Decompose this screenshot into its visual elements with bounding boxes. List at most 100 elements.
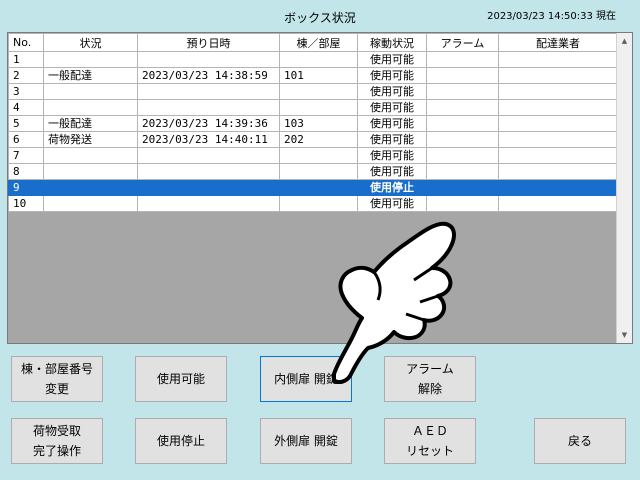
table-row[interactable]: 10 使用可能 [8, 195, 618, 212]
cell-courier[interactable] [498, 99, 618, 116]
cell-alarm[interactable] [426, 51, 499, 68]
cell-deposit-time[interactable] [137, 83, 280, 100]
cell-no[interactable]: 7 [8, 147, 44, 164]
cell-courier[interactable] [498, 83, 618, 100]
cell-situation[interactable]: 荷物発送 [43, 131, 138, 148]
table-row[interactable]: 4 使用可能 [8, 99, 618, 116]
enable-use-button[interactable]: 使用可能 [135, 356, 227, 402]
table-row[interactable]: 6 荷物発送 2023/03/23 14:40:11 202 使用可能 [8, 131, 618, 148]
cell-courier[interactable] [498, 179, 618, 196]
cell-room[interactable]: 101 [279, 67, 358, 84]
cell-room[interactable]: 103 [279, 115, 358, 132]
cell-operation-status[interactable]: 使用可能 [357, 131, 427, 148]
cell-courier[interactable] [498, 163, 618, 180]
column-header-deposit-time[interactable]: 預り日時 [137, 33, 280, 52]
cell-situation[interactable]: 一般配達 [43, 115, 138, 132]
cell-deposit-time[interactable]: 2023/03/23 14:38:59 [137, 67, 280, 84]
cell-deposit-time[interactable] [137, 163, 280, 180]
cell-situation[interactable]: 一般配達 [43, 67, 138, 84]
cell-courier[interactable] [498, 115, 618, 132]
room-number-change-button[interactable]: 棟・部屋番号 変更 [11, 356, 103, 402]
table-row[interactable]: 3 使用可能 [8, 83, 618, 100]
box-status-grid: No. 状況 預り日時 棟／部屋 稼動状況 アラーム 配達業者 1 使用可能 2 一般… [7, 32, 633, 344]
cell-deposit-time[interactable] [137, 51, 280, 68]
cell-no[interactable]: 9 [8, 179, 44, 196]
cell-deposit-time[interactable]: 2023/03/23 14:40:11 [137, 131, 280, 148]
cell-operation-status[interactable]: 使用可能 [357, 195, 427, 212]
cell-courier[interactable] [498, 51, 618, 68]
cell-no[interactable]: 4 [8, 99, 44, 116]
cell-situation[interactable] [43, 99, 138, 116]
cell-operation-status[interactable]: 使用停止 [357, 179, 427, 196]
column-header-operation-status[interactable]: 稼動状況 [357, 33, 427, 52]
cell-situation[interactable] [43, 147, 138, 164]
cell-room[interactable] [279, 179, 358, 196]
cell-situation[interactable] [43, 51, 138, 68]
cell-courier[interactable] [498, 195, 618, 212]
column-header-alarm[interactable]: アラーム [426, 33, 499, 52]
receipt-complete-button[interactable]: 荷物受取 完了操作 [11, 418, 103, 464]
cell-alarm[interactable] [426, 147, 499, 164]
column-header-situation[interactable]: 状況 [43, 33, 138, 52]
cell-room[interactable] [279, 147, 358, 164]
cell-alarm[interactable] [426, 99, 499, 116]
box-status-table: No. 状況 預り日時 棟／部屋 稼動状況 アラーム 配達業者 1 使用可能 2 一般… [8, 33, 618, 212]
cell-alarm[interactable] [426, 131, 499, 148]
cell-situation[interactable] [43, 179, 138, 196]
cell-situation[interactable] [43, 163, 138, 180]
cell-alarm[interactable] [426, 115, 499, 132]
cell-operation-status[interactable]: 使用可能 [357, 115, 427, 132]
table-row[interactable]: 8 使用可能 [8, 163, 618, 180]
cell-alarm[interactable] [426, 195, 499, 212]
cell-room[interactable] [279, 83, 358, 100]
cell-courier[interactable] [498, 131, 618, 148]
cell-operation-status[interactable]: 使用可能 [357, 83, 427, 100]
cell-deposit-time[interactable] [137, 99, 280, 116]
cell-operation-status[interactable]: 使用可能 [357, 163, 427, 180]
scroll-up-arrow-icon[interactable]: ▲ [617, 34, 632, 48]
cell-no[interactable]: 8 [8, 163, 44, 180]
cell-deposit-time[interactable] [137, 195, 280, 212]
cell-situation[interactable] [43, 195, 138, 212]
cell-operation-status[interactable]: 使用可能 [357, 67, 427, 84]
cell-deposit-time[interactable] [137, 179, 280, 196]
cell-deposit-time[interactable] [137, 147, 280, 164]
vertical-scrollbar[interactable]: ▲ ▼ [616, 33, 632, 343]
cell-alarm[interactable] [426, 83, 499, 100]
cell-courier[interactable] [498, 67, 618, 84]
disable-use-button[interactable]: 使用停止 [135, 418, 227, 464]
cell-no[interactable]: 2 [8, 67, 44, 84]
cell-room[interactable] [279, 51, 358, 68]
cell-operation-status[interactable]: 使用可能 [357, 147, 427, 164]
outer-door-open-button[interactable]: 外側扉 開錠 [260, 418, 352, 464]
cell-room[interactable] [279, 99, 358, 116]
cell-deposit-time[interactable]: 2023/03/23 14:39:36 [137, 115, 280, 132]
cell-operation-status[interactable]: 使用可能 [357, 99, 427, 116]
cell-no[interactable]: 6 [8, 131, 44, 148]
column-header-room[interactable]: 棟／部屋 [279, 33, 358, 52]
cell-no[interactable]: 1 [8, 51, 44, 68]
cell-no[interactable]: 10 [8, 195, 44, 212]
back-button[interactable]: 戻る [534, 418, 626, 464]
cell-courier[interactable] [498, 147, 618, 164]
cell-operation-status[interactable]: 使用可能 [357, 51, 427, 68]
scroll-down-arrow-icon[interactable]: ▼ [617, 328, 632, 342]
cell-no[interactable]: 3 [8, 83, 44, 100]
cell-alarm[interactable] [426, 67, 499, 84]
column-header-courier[interactable]: 配達業者 [498, 33, 618, 52]
cell-room[interactable] [279, 195, 358, 212]
pointing-hand-icon [332, 221, 456, 384]
cell-alarm[interactable] [426, 163, 499, 180]
cell-room[interactable]: 202 [279, 131, 358, 148]
table-row[interactable]: 1 使用可能 [8, 51, 618, 68]
column-header-no[interactable]: No. [8, 33, 44, 52]
cell-room[interactable] [279, 163, 358, 180]
cell-situation[interactable] [43, 83, 138, 100]
aed-reset-button[interactable]: ＡＥＤ リセット [384, 418, 476, 464]
cell-alarm[interactable] [426, 179, 499, 196]
table-row[interactable]: 2 一般配達 2023/03/23 14:38:59 101 使用可能 [8, 67, 618, 84]
table-row[interactable]: 9 使用停止 [8, 179, 618, 196]
table-row[interactable]: 5 一般配達 2023/03/23 14:39:36 103 使用可能 [8, 115, 618, 132]
cell-no[interactable]: 5 [8, 115, 44, 132]
table-row[interactable]: 7 使用可能 [8, 147, 618, 164]
